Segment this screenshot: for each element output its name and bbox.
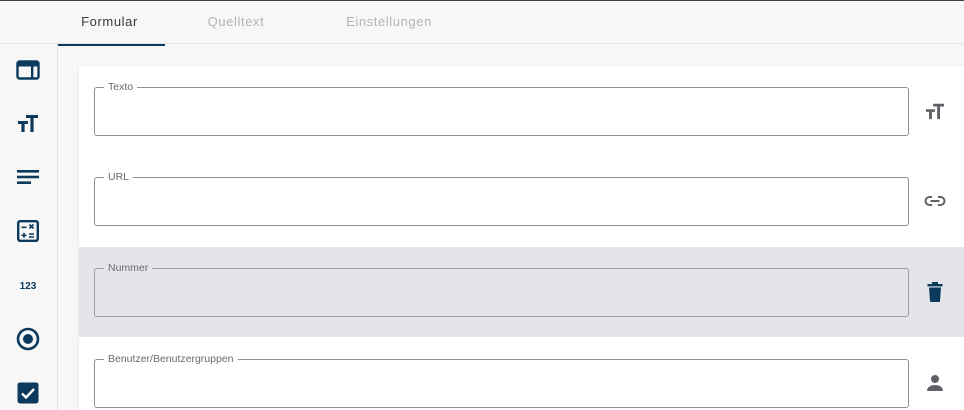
add-radio-button[interactable] (14, 325, 42, 353)
calculator-icon (17, 220, 39, 242)
url-field-label: URL (104, 171, 134, 183)
add-panel-button[interactable] (14, 56, 42, 84)
tab-einstellungen[interactable]: Einstellungen (330, 1, 448, 45)
form-row-texto[interactable]: Texto (79, 66, 964, 156)
add-text-field-button[interactable] (14, 109, 42, 137)
nummer-input[interactable] (107, 283, 896, 307)
tab-formular[interactable]: Formular (54, 1, 165, 46)
benutzer-input[interactable] (107, 374, 896, 398)
nummer-field-label: Nummer (104, 262, 153, 274)
texto-field[interactable]: Texto (94, 81, 909, 136)
tab-bar: Formular Quelltext Einstellungen (0, 0, 964, 46)
url-input[interactable] (107, 192, 896, 216)
texto-input[interactable] (107, 102, 896, 126)
radio-button-icon (16, 327, 40, 351)
text-size-icon (926, 103, 944, 120)
form-row-nummer[interactable]: Nummer (79, 247, 964, 337)
checkbox-checked-icon (17, 382, 39, 404)
texto-field-label: Texto (104, 81, 138, 93)
form-designer: Formular Quelltext Einstellungen 123 Tex… (0, 0, 964, 410)
add-number-button[interactable]: 123 (14, 271, 42, 299)
link-icon (924, 196, 946, 206)
add-checkbox-button[interactable] (14, 379, 42, 407)
benutzer-type-indicator[interactable] (923, 371, 947, 395)
form-canvas: Texto URL Nummer Benutzer/Benutzergruppe… (79, 66, 964, 410)
number-123-icon: 123 (20, 281, 37, 291)
delete-icon (927, 282, 943, 302)
url-type-indicator[interactable] (923, 189, 947, 213)
nummer-field[interactable]: Nummer (94, 262, 909, 317)
svg-text:123: 123 (20, 281, 37, 291)
form-row-benutzer[interactable]: Benutzer/Benutzergruppen (79, 338, 964, 410)
delete-field-button[interactable] (923, 280, 947, 304)
paragraph-lines-icon (17, 170, 39, 184)
text-size-icon (18, 115, 38, 132)
person-icon (927, 375, 943, 391)
add-textarea-button[interactable] (14, 163, 42, 191)
url-field[interactable]: URL (94, 171, 909, 226)
add-calculation-button[interactable] (14, 217, 42, 245)
panel-layout-icon (16, 60, 40, 80)
texto-type-indicator[interactable] (923, 99, 947, 123)
benutzer-field[interactable]: Benutzer/Benutzergruppen (94, 353, 909, 408)
element-toolbar: 123 (0, 44, 58, 410)
form-row-url[interactable]: URL (79, 156, 964, 246)
tab-quelltext[interactable]: Quelltext (186, 1, 286, 45)
benutzer-field-label: Benutzer/Benutzergruppen (104, 353, 238, 365)
